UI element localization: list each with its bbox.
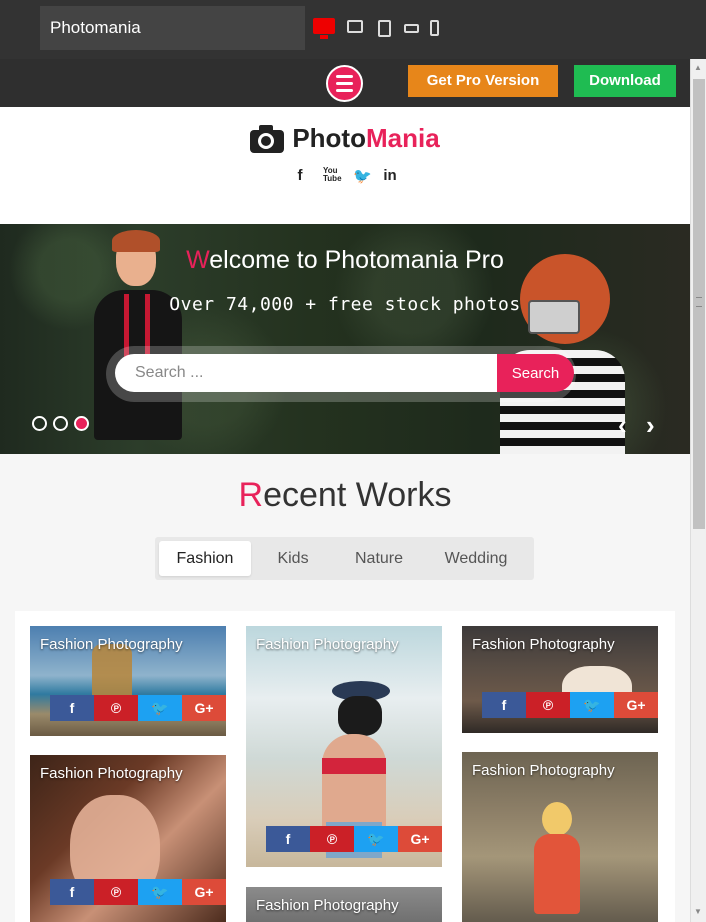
- facebook-share-icon[interactable]: f: [50, 695, 94, 721]
- share-buttons: f ℗ 🐦 G+: [482, 692, 658, 718]
- youtube-icon[interactable]: You Tube: [323, 167, 342, 185]
- facebook-share-icon[interactable]: f: [50, 879, 94, 905]
- desktop-icon[interactable]: [313, 18, 335, 39]
- portfolio-gallery: Fashion Photography f ℗ 🐦 G+ Fashion Pho…: [15, 611, 675, 922]
- hero-title-rest: elcome to Photomania Pro: [209, 246, 504, 274]
- slider-dot[interactable]: [53, 416, 68, 431]
- share-buttons: f ℗ 🐦 G+: [50, 879, 226, 905]
- scroll-grip-icon: [696, 297, 702, 307]
- card-title: Fashion Photography: [472, 636, 615, 653]
- tablet-portrait-icon[interactable]: [378, 20, 391, 37]
- preview-toolbar: Photomania: [0, 0, 706, 59]
- site-logo[interactable]: PhotoMania: [0, 123, 690, 154]
- download-button[interactable]: Download: [574, 65, 676, 97]
- tab-fashion[interactable]: Fashion: [159, 541, 251, 576]
- recent-works-title-rest: ecent Works: [263, 476, 452, 514]
- slider-dot[interactable]: [32, 416, 47, 431]
- hero-subtitle: Over 74,000 + free stock photos: [169, 294, 521, 315]
- hero-title: Welcome to Photomania Pro: [0, 246, 690, 275]
- card-title: Fashion Photography: [40, 636, 183, 653]
- card-title: Fashion Photography: [40, 765, 183, 782]
- scroll-up-icon[interactable]: ▲: [694, 63, 702, 72]
- hero-title-initial: W: [186, 246, 210, 274]
- gallery-card[interactable]: Fashion Photography f ℗ 🐦 G+: [30, 626, 226, 736]
- top-image: [322, 758, 386, 774]
- twitter-share-icon[interactable]: 🐦: [138, 879, 182, 905]
- hair-image: [338, 696, 382, 736]
- facebook-icon[interactable]: f: [293, 167, 307, 185]
- next-arrow-icon[interactable]: ›: [646, 410, 655, 441]
- tab-kids[interactable]: Kids: [251, 541, 335, 576]
- logo-text-part2: Mania: [365, 123, 440, 153]
- card-title: Fashion Photography: [256, 636, 399, 653]
- model-hair-image: [542, 802, 572, 836]
- hamburger-line: [336, 89, 353, 92]
- search-input[interactable]: [115, 354, 500, 392]
- search-button[interactable]: Search: [497, 354, 574, 392]
- slider-dots: [32, 416, 89, 431]
- phone-landscape-icon[interactable]: [404, 24, 419, 33]
- pinterest-share-icon[interactable]: ℗: [526, 692, 570, 718]
- hamburger-line: [336, 82, 353, 85]
- facebook-share-icon[interactable]: f: [482, 692, 526, 718]
- pinterest-share-icon[interactable]: ℗: [94, 879, 138, 905]
- page-scrollbar[interactable]: ▲ ▼: [690, 59, 706, 922]
- recent-works-title: Recent Works: [0, 476, 690, 515]
- hamburger-line: [336, 75, 353, 78]
- gallery-card[interactable]: Fashion Photography: [246, 887, 442, 922]
- twitter-share-icon[interactable]: 🐦: [138, 695, 182, 721]
- pinterest-share-icon[interactable]: ℗: [94, 695, 138, 721]
- card-title: Fashion Photography: [472, 762, 615, 779]
- jacket-image: [534, 834, 580, 914]
- phone-portrait-icon[interactable]: [430, 20, 439, 36]
- gallery-card[interactable]: Fashion Photography f ℗ 🐦 G+: [246, 626, 442, 867]
- logo-text: PhotoMania: [292, 123, 439, 154]
- google-plus-share-icon[interactable]: G+: [614, 692, 658, 718]
- share-buttons: f ℗ 🐦 G+: [50, 695, 226, 721]
- twitter-icon[interactable]: 🐦: [353, 167, 372, 185]
- menu-toggle-button[interactable]: [326, 65, 363, 102]
- prev-arrow-icon[interactable]: ‹: [618, 410, 627, 441]
- portfolio-filter-tabs: Fashion Kids Nature Wedding: [155, 537, 534, 580]
- tablet-landscape-icon[interactable]: [347, 20, 363, 33]
- card-title: Fashion Photography: [256, 897, 399, 914]
- theme-name-field[interactable]: Photomania: [40, 6, 305, 50]
- gallery-card[interactable]: Fashion Photography f ℗ 🐦 G+: [30, 755, 226, 922]
- hero-slider: Welcome to Photomania Pro Over 74,000 + …: [0, 224, 690, 454]
- logo-text-part1: Photo: [292, 123, 366, 153]
- tab-nature[interactable]: Nature: [335, 541, 423, 576]
- facebook-share-icon[interactable]: f: [266, 826, 310, 852]
- google-plus-share-icon[interactable]: G+: [182, 879, 226, 905]
- social-links: f You Tube 🐦 in: [0, 167, 690, 186]
- tab-wedding[interactable]: Wedding: [423, 541, 529, 576]
- google-plus-share-icon[interactable]: G+: [182, 695, 226, 721]
- scroll-down-icon[interactable]: ▼: [694, 907, 702, 916]
- recent-works-title-initial: R: [238, 476, 264, 514]
- site-navbar: Get Pro Version Download: [0, 59, 690, 107]
- gallery-card[interactable]: Fashion Photography f ℗ 🐦 G+: [462, 626, 658, 733]
- google-plus-share-icon[interactable]: G+: [398, 826, 442, 852]
- pinterest-share-icon[interactable]: ℗: [310, 826, 354, 852]
- gallery-card[interactable]: Fashion Photography: [462, 752, 658, 922]
- site-header: PhotoMania f You Tube 🐦 in: [0, 107, 690, 224]
- slider-dot-active[interactable]: [74, 416, 89, 431]
- twitter-share-icon[interactable]: 🐦: [570, 692, 614, 718]
- linkedin-icon[interactable]: in: [383, 167, 397, 185]
- share-buttons: f ℗ 🐦 G+: [266, 826, 442, 852]
- camera-icon: [250, 124, 285, 153]
- hero-search: Search: [106, 346, 576, 402]
- get-pro-button[interactable]: Get Pro Version: [408, 65, 558, 97]
- twitter-share-icon[interactable]: 🐦: [354, 826, 398, 852]
